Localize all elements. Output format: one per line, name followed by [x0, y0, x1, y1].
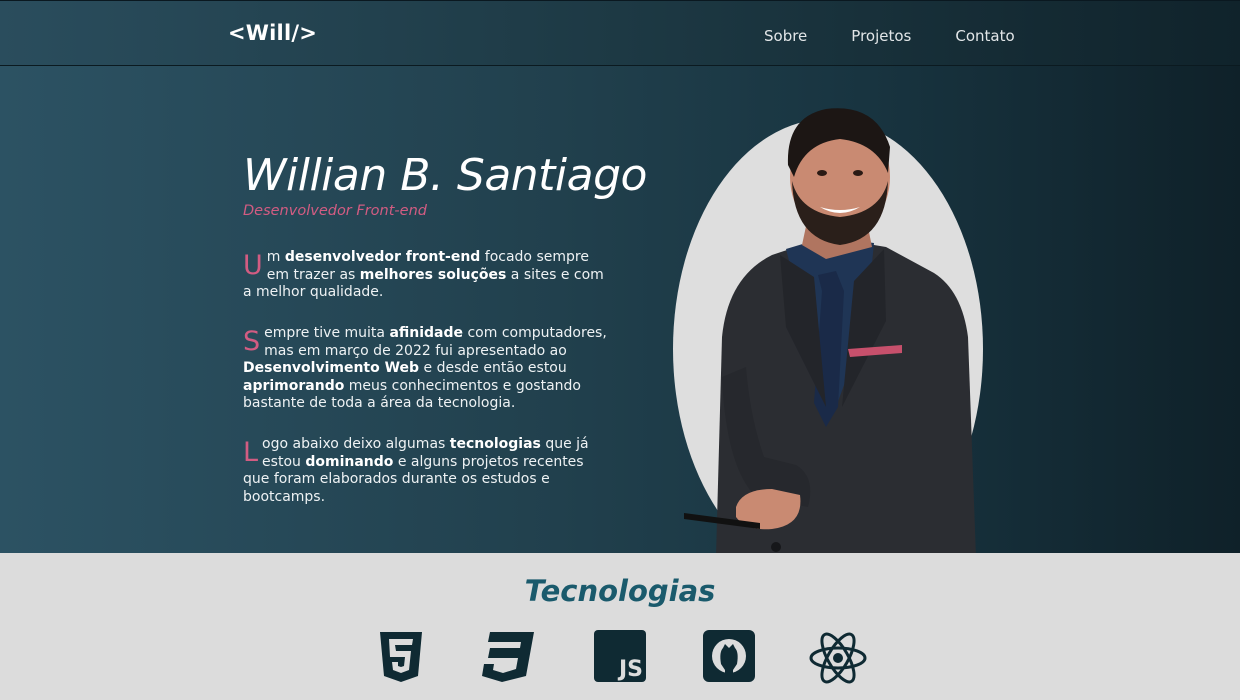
- hero-section: Willian B. Santiago Desenvolvedor Front-…: [0, 66, 1240, 553]
- main-nav: Sobre Projetos Contato: [764, 27, 1015, 45]
- javascript-icon: JS: [594, 630, 646, 682]
- intro-paragraph-2: Sempre tive muita afinidade com computad…: [243, 325, 613, 413]
- css3-icon: [480, 630, 536, 684]
- technologies-heading: Tecnologias: [524, 574, 716, 608]
- nav-link-projetos[interactable]: Projetos: [851, 27, 911, 45]
- paragraph-text: ogo abaixo deixo algumas: [262, 436, 450, 452]
- site-logo[interactable]: <Will/>: [228, 21, 317, 45]
- intro-paragraph-1: Um desenvolvedor front-end focado sempre…: [243, 249, 613, 302]
- paragraph-highlight: dominando: [305, 453, 394, 470]
- hero-role: Desenvolvedor Front-end: [243, 203, 427, 219]
- html5-icon: [378, 630, 424, 684]
- hero-name: Willian B. Santiago: [243, 150, 647, 201]
- paragraph-highlight: tecnologias: [449, 436, 541, 452]
- nav-link-sobre[interactable]: Sobre: [764, 27, 807, 45]
- react-icon: [808, 630, 868, 686]
- drop-cap: U: [243, 250, 263, 281]
- intro-paragraph-3: Logo abaixo deixo algumas tecnologias qu…: [243, 436, 613, 506]
- paragraph-text: empre tive muita: [264, 325, 390, 341]
- paragraph-highlight: afinidade: [389, 325, 464, 341]
- drop-cap: L: [243, 437, 259, 468]
- paragraph-highlight: desenvolvedor front-end: [284, 249, 481, 265]
- nav-link-contato[interactable]: Contato: [955, 27, 1014, 45]
- paragraph-highlight: melhores soluções: [359, 266, 507, 283]
- paragraph-highlight: Desenvolvimento Web: [243, 360, 420, 376]
- site-header: <Will/> Sobre Projetos Contato: [0, 0, 1240, 66]
- paragraph-text: e desde então estou: [419, 360, 567, 376]
- javascript-label: JS: [617, 657, 643, 682]
- drop-cap: S: [243, 326, 261, 357]
- profile-photo: [684, 108, 976, 553]
- paragraph-text: m: [266, 249, 285, 265]
- paragraph-highlight: aprimorando: [243, 377, 345, 394]
- github-icon: [703, 630, 755, 682]
